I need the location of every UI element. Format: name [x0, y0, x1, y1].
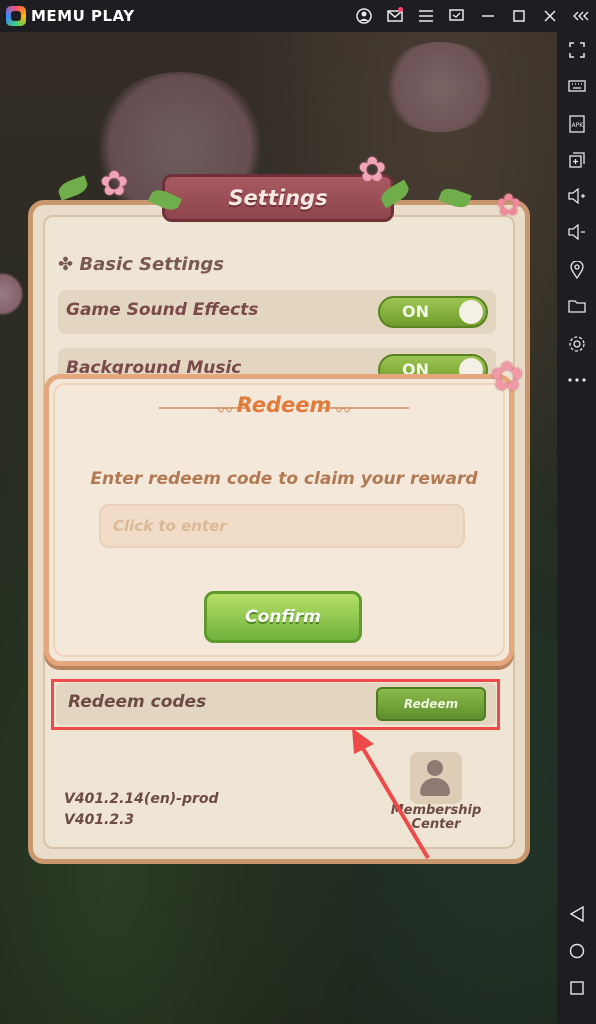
toggle-knob — [459, 300, 483, 324]
notification-dot — [398, 7, 403, 12]
multi-window-icon[interactable] — [557, 146, 596, 174]
clover-icon: ✤ — [58, 254, 80, 275]
app-name: MEMU PLAY — [31, 7, 135, 25]
mail-icon[interactable] — [379, 0, 410, 32]
dialog-close-icon[interactable]: ✿ — [486, 356, 528, 398]
redeem-code-input[interactable] — [99, 504, 465, 548]
flower-decoration: ✿ — [358, 150, 387, 190]
recents-icon[interactable] — [557, 974, 596, 1002]
location-icon[interactable] — [557, 256, 596, 284]
more-icon[interactable] — [557, 366, 596, 394]
apk-icon[interactable]: APK — [557, 110, 596, 138]
title-bar: MEMU PLAY — [0, 0, 596, 32]
confirm-button[interactable]: Confirm — [204, 591, 362, 643]
close-icon[interactable] — [534, 0, 565, 32]
settings-icon[interactable] — [557, 330, 596, 358]
menu-icon[interactable] — [410, 0, 441, 32]
sound-effects-label: Game Sound Effects — [66, 300, 259, 320]
back-icon[interactable] — [557, 900, 596, 928]
basic-settings-heading: ✤ Basic Settings — [58, 254, 224, 275]
account-icon[interactable] — [348, 0, 379, 32]
fullscreen-icon[interactable] — [557, 36, 596, 64]
window-controls — [348, 0, 596, 32]
redeem-prompt: Enter redeem code to claim your reward — [90, 469, 478, 489]
keyboard-icon[interactable] — [557, 72, 596, 100]
version-line-2: V401.2.3 — [64, 812, 135, 828]
maximize-icon[interactable] — [503, 0, 534, 32]
settings-title: Settings — [228, 186, 328, 210]
flower-decoration: ✿ — [100, 164, 129, 204]
sound-effects-toggle[interactable]: ON — [378, 296, 488, 328]
memu-logo-icon — [6, 6, 26, 26]
emulator-sidebar: APK — [557, 32, 596, 1024]
redeem-dialog: 〰 〰 Redeem Enter redeem code to claim yo… — [44, 374, 514, 666]
volume-down-icon[interactable] — [557, 218, 596, 246]
volume-up-icon[interactable] — [557, 182, 596, 210]
red-arrow-indicator — [352, 728, 430, 860]
app-logo: MEMU PLAY — [6, 6, 135, 26]
setting-row-sound-effects: Game Sound Effects ON — [58, 290, 496, 334]
highlight-box — [51, 679, 500, 730]
svg-text:APK: APK — [571, 122, 584, 129]
toggle-state: ON — [402, 302, 429, 321]
collapse-icon[interactable] — [565, 0, 596, 32]
screen-icon[interactable] — [441, 0, 472, 32]
redeem-dialog-title: Redeem — [236, 393, 332, 417]
folder-icon[interactable] — [557, 292, 596, 320]
minimize-icon[interactable] — [472, 0, 503, 32]
version-line-1: V401.2.14(en)-prod — [64, 791, 219, 807]
home-icon[interactable] — [557, 937, 596, 965]
basic-settings-label: Basic Settings — [79, 254, 225, 275]
flower-decoration: ✿ — [496, 188, 522, 223]
